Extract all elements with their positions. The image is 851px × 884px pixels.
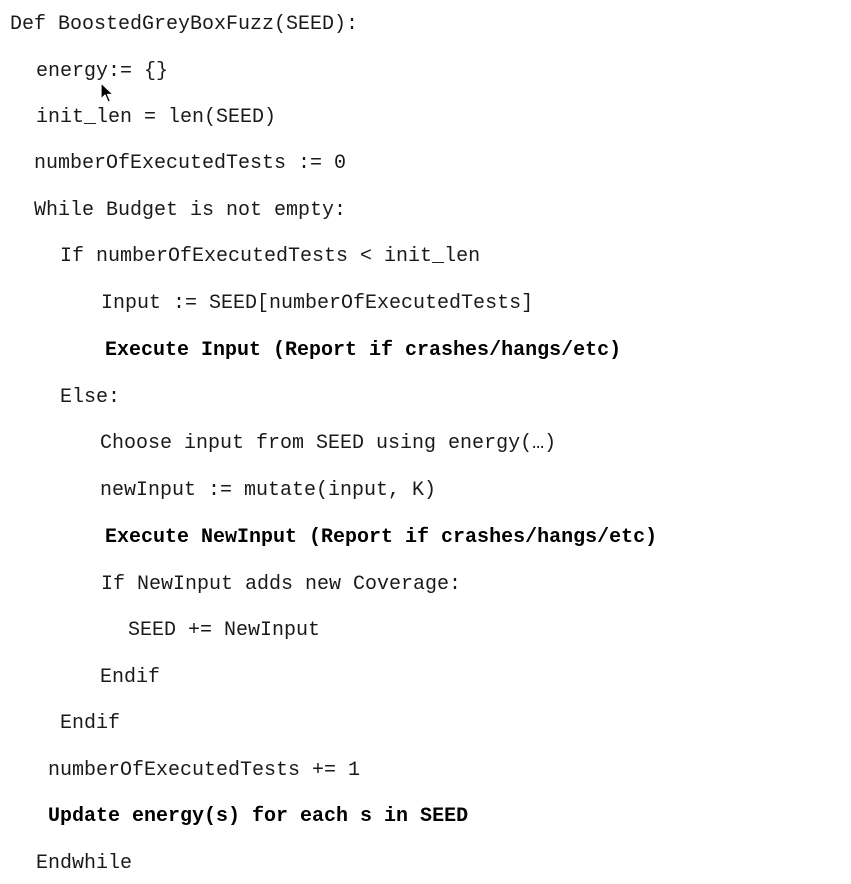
code-line-execute-newinput: Execute NewInput (Report if crashes/hang… [105, 526, 658, 549]
code-line-while: While Budget is not empty: [34, 199, 347, 222]
mouse-pointer-icon [100, 82, 114, 103]
code-line-if-coverage: If NewInput adds new Coverage: [101, 573, 462, 596]
code-line-mutate: newInput := mutate(input, K) [100, 479, 437, 502]
code-line-execute-input: Execute Input (Report if crashes/hangs/e… [105, 339, 622, 362]
pseudocode-block: Def BoostedGreyBoxFuzz(SEED): energy:= {… [0, 0, 851, 884]
code-line-function-def: Def BoostedGreyBoxFuzz(SEED): [10, 13, 359, 36]
code-line-if-counter: If numberOfExecutedTests < init_len [60, 245, 481, 268]
code-line-endif-outer: Endif [60, 712, 121, 735]
code-line-update-energy: Update energy(s) for each s in SEED [48, 805, 469, 828]
code-line-endwhile: Endwhile [36, 852, 133, 875]
code-line-choose-input: Choose input from SEED using energy(…) [100, 432, 557, 455]
code-line-else: Else: [60, 386, 121, 409]
code-line-init-len: init_len = len(SEED) [36, 106, 277, 129]
code-line-endif-inner: Endif [100, 666, 161, 689]
code-line-seed-append: SEED += NewInput [128, 619, 321, 642]
code-line-counter-increment: numberOfExecutedTests += 1 [48, 759, 361, 782]
code-line-counter-init: numberOfExecutedTests := 0 [34, 152, 347, 175]
code-line-input-assign: Input := SEED[numberOfExecutedTests] [101, 292, 534, 315]
code-line-energy-init: energy:= {} [36, 60, 169, 83]
